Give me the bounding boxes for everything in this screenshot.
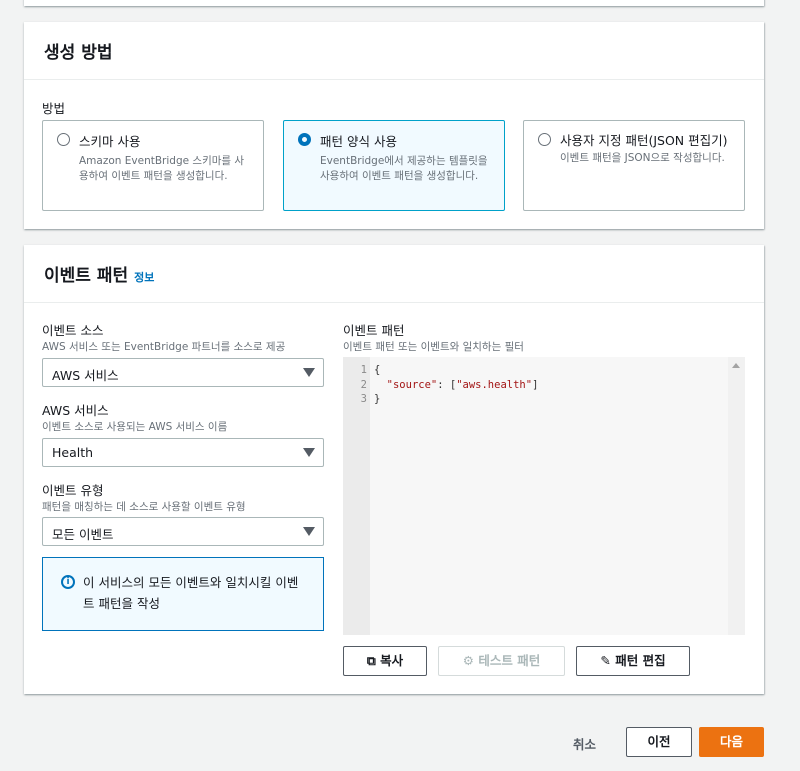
previous-button[interactable]: 이전 [626,727,692,757]
copy-icon: ⧉ [366,653,376,668]
event-type-label: 이벤트 유형 [42,483,104,498]
json-key: "source" [386,378,438,391]
option-custom-json[interactable]: 사용자 지정 패턴(JSON 편집기) 이벤트 패턴을 JSON으로 작성합니다… [523,120,745,211]
option-schema[interactable]: 스키마 사용 Amazon EventBridge 스키마를 사용하여 이벤트 … [42,120,264,211]
option-label: 패턴 양식 사용 [320,134,397,149]
panel-title: 생성 방법 [24,22,764,80]
line-numbers: 1 2 3 [343,357,370,635]
info-icon: i [61,575,75,589]
event-type-desc: 패턴을 매칭하는 데 소스로 사용할 이벤트 유형 [42,501,246,513]
radio-selected-icon[interactable] [298,133,311,146]
option-pattern-form[interactable]: 패턴 양식 사용 EventBridge에서 제공하는 템플릿을 사용하여 이벤… [283,120,505,211]
caret-down-icon [303,448,315,457]
code-line: } [374,393,381,405]
method-label: 방법 [42,101,66,116]
radio-icon[interactable] [57,133,70,146]
edit-pattern-button[interactable]: ✎ 패턴 편집 [576,646,690,676]
event-source-desc: AWS 서비스 또는 EventBridge 파트너를 소스로 제공 [42,341,286,353]
alert-text: 이 서비스의 모든 이벤트와 일치시킬 이벤트 패턴을 작성 [83,575,299,611]
select-value: AWS 서비스 [52,368,119,383]
info-alert: i 이 서비스의 모든 이벤트와 일치시킬 이벤트 패턴을 작성 [42,557,324,631]
caret-down-icon [303,527,315,536]
panel-title-text: 이벤트 패턴 [44,266,129,286]
option-desc: Amazon EventBridge 스키마를 사용하여 이벤트 패턴을 생성합… [79,155,245,182]
previous-panel [24,0,764,6]
cancel-button[interactable]: 취소 [573,734,596,753]
line-number: 2 [360,378,367,391]
select-value: Health [52,445,94,460]
json-editor[interactable]: 1 2 3 { "source": ["aws.health"] } [343,357,745,635]
pencil-icon: ✎ [600,653,611,668]
copy-button[interactable]: ⧉ 복사 [343,646,427,676]
option-desc: 이벤트 패턴을 JSON으로 작성합니다. [560,152,725,164]
option-label: 스키마 사용 [79,134,141,149]
event-source-select[interactable]: AWS 서비스 [42,358,324,387]
option-desc: EventBridge에서 제공하는 템플릿을 사용하여 이벤트 패턴을 생성합… [320,155,488,182]
info-link[interactable]: 정보 [134,271,154,284]
button-label: 패턴 편집 [615,653,666,668]
json-value: "aws.health" [456,378,533,391]
caret-down-icon [303,368,315,377]
code-line: { [374,364,381,376]
select-value: 모든 이벤트 [52,527,114,542]
editor-label: 이벤트 패턴 [343,323,405,338]
scrollbar[interactable] [728,357,745,635]
json-punct: ] [532,378,539,391]
line-number: 1 [360,364,367,376]
event-type-select[interactable]: 모든 이벤트 [42,517,324,546]
test-pattern-button[interactable]: ⚙ 테스트 패턴 [438,646,565,676]
json-punct: : [ [437,378,457,391]
aws-service-select[interactable]: Health [42,438,324,467]
event-pattern-panel: 이벤트 패턴 정보 이벤트 소스 AWS 서비스 또는 EventBridge 파… [24,245,764,694]
button-label: 테스트 패턴 [478,653,541,668]
code: { "source": ["aws.health"] } [374,363,538,407]
gear-icon: ⚙ [462,653,474,668]
aws-service-label: AWS 서비스 [42,403,109,418]
panel-title: 이벤트 패턴 정보 [24,245,764,303]
line-number: 3 [360,393,367,405]
next-button[interactable]: 다음 [699,727,764,757]
radio-icon[interactable] [538,133,551,146]
creation-method-panel: 생성 방법 방법 스키마 사용 Amazon EventBridge 스키마를 … [24,22,764,229]
option-label: 사용자 지정 패턴(JSON 편집기) [560,133,728,148]
button-label: 복사 [380,653,404,668]
editor-desc: 이벤트 패턴 또는 이벤트와 일치하는 필터 [343,341,524,353]
event-source-label: 이벤트 소스 [42,323,104,338]
code-line: "source": ["aws.health"] [374,378,539,393]
aws-service-desc: 이벤트 소스로 사용되는 AWS 서비스 이름 [42,421,228,433]
scroll-up-icon[interactable] [732,363,740,368]
